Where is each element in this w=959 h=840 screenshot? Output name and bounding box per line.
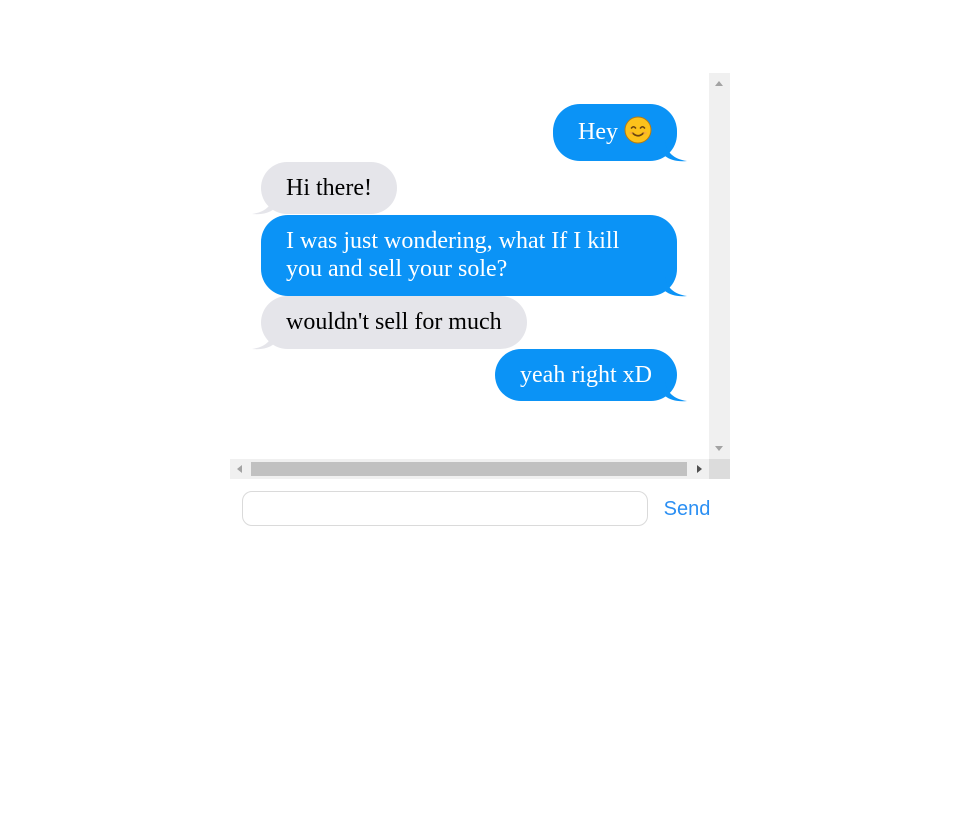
message-thread[interactable]: Hey Hi there! I was just wondering, what… xyxy=(230,73,709,459)
send-button[interactable]: Send xyxy=(655,493,719,525)
message-bubble-received: Hi there! xyxy=(261,162,397,214)
horizontal-scroll-thumb[interactable] xyxy=(251,462,687,476)
message-text: Hi there! xyxy=(286,175,372,201)
message-sent: I was just wondering, what If I kill you… xyxy=(230,215,709,297)
horizontal-scrollbar[interactable] xyxy=(230,459,709,479)
vertical-scrollbar[interactable] xyxy=(709,73,730,459)
message-bubble-received: wouldn't sell for much xyxy=(261,296,527,349)
bubble-tail-sent xyxy=(665,382,687,402)
bubble-tail-received xyxy=(252,330,274,350)
scroll-down-arrow-icon[interactable] xyxy=(715,446,723,451)
message-text: yeah right xD xyxy=(520,362,652,388)
scroll-right-arrow-icon[interactable] xyxy=(697,465,702,473)
bubble-tail-received xyxy=(252,195,274,215)
message-received: Hi there! xyxy=(230,162,709,215)
message-text: wouldn't sell for much xyxy=(286,309,502,335)
message-sent: yeah right xD xyxy=(230,349,709,402)
bubble-tail-sent xyxy=(665,142,687,162)
message-sent: Hey xyxy=(230,104,709,162)
bubble-tail-sent xyxy=(665,277,687,297)
scroll-left-arrow-icon[interactable] xyxy=(237,465,242,473)
message-text: Hey xyxy=(578,119,618,145)
smiling-face-icon xyxy=(624,116,652,144)
message-bubble-sent: yeah right xD xyxy=(495,349,677,401)
scroll-up-arrow-icon[interactable] xyxy=(715,81,723,86)
message-bubble-sent: I was just wondering, what If I kill you… xyxy=(261,215,677,296)
message-text: I was just wondering, what If I kill you… xyxy=(286,228,620,282)
message-bubble-sent: Hey xyxy=(553,104,677,161)
chat-window: Hey Hi there! I was just wondering, what… xyxy=(230,73,730,479)
message-input[interactable] xyxy=(242,491,648,526)
scrollbar-corner xyxy=(709,459,730,479)
message-received: wouldn't sell for much xyxy=(230,296,709,350)
